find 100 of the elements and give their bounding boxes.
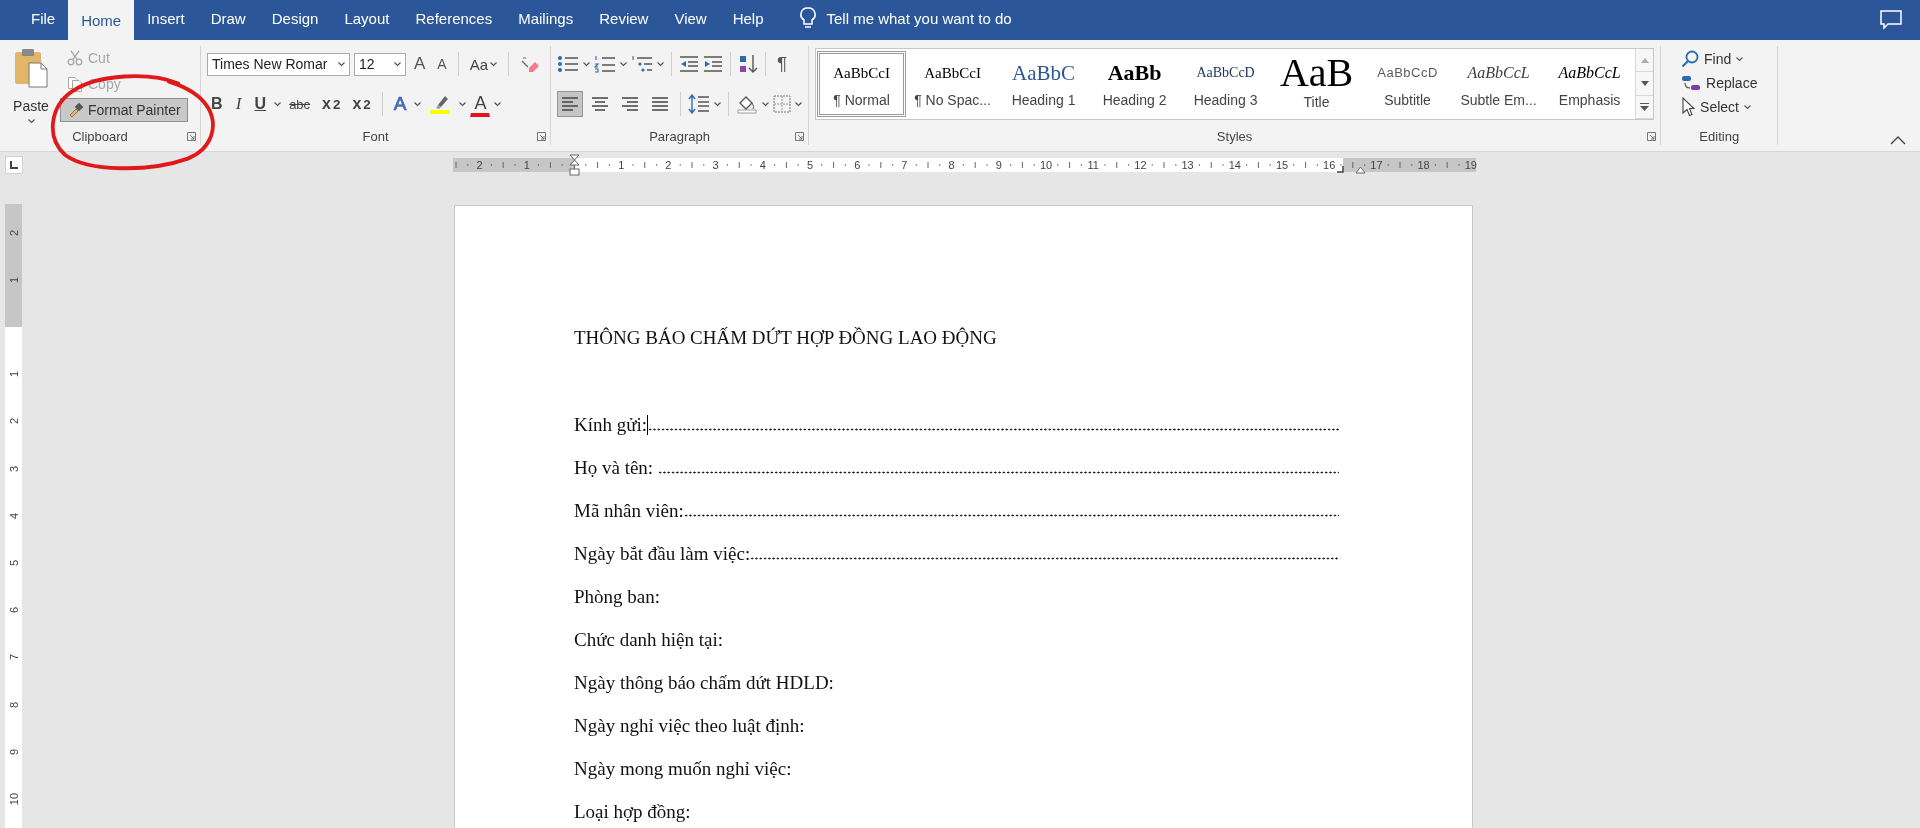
align-button[interactable]: [557, 91, 584, 117]
ruler-number: 4: [7, 511, 20, 521]
caret-icon[interactable]: [795, 101, 803, 107]
fill-in-line[interactable]: [683, 514, 1339, 517]
lightbulb-icon[interactable]: [798, 6, 817, 30]
paintbrush-icon: [67, 102, 83, 118]
scroll-down-icon[interactable]: [1640, 81, 1649, 86]
change-case-button[interactable]: Aa: [465, 51, 502, 77]
ruler-number: 9: [7, 747, 20, 757]
fill-in-line[interactable]: [648, 428, 1339, 431]
fill-in-line[interactable]: [750, 557, 1339, 560]
caret-icon[interactable]: [414, 101, 422, 107]
caret-icon[interactable]: [714, 101, 722, 107]
dialog-launcher-icon[interactable]: [795, 131, 805, 141]
tab-stop-icon: [10, 161, 18, 169]
increase-indent-icon[interactable]: [703, 55, 724, 73]
ribbon-tab[interactable]: Home: [68, 0, 135, 40]
text-effects-button[interactable]: A: [389, 91, 411, 117]
grow-font-button[interactable]: A: [410, 51, 430, 77]
caret-icon: [1736, 56, 1744, 62]
style-item[interactable]: AaBbCcD Heading 3: [1181, 51, 1271, 117]
style-item[interactable]: AaBbC Heading 1: [999, 51, 1089, 117]
line-spacing-icon[interactable]: [688, 94, 711, 114]
ruler-number: 12: [1134, 158, 1147, 172]
ribbon-tab[interactable]: Help: [719, 0, 777, 36]
paste-button[interactable]: Paste: [6, 46, 56, 127]
ruler-number: 11: [1087, 158, 1099, 172]
ribbon-tab[interactable]: Design: [258, 0, 332, 36]
style-preview: AaBbCcI: [833, 64, 890, 83]
ruler-number: 7: [7, 653, 20, 663]
ribbon-tab[interactable]: Mailings: [505, 0, 587, 36]
caret-icon[interactable]: [459, 101, 467, 107]
style-item[interactable]: AaBbCcL Emphasis: [1545, 51, 1635, 117]
font-size-field[interactable]: 12: [354, 52, 406, 76]
style-item[interactable]: AaBbCcD Subtitle: [1363, 51, 1453, 117]
caret-icon: [394, 61, 401, 67]
caret-icon[interactable]: [583, 61, 591, 67]
multilevel-list-icon[interactable]: [631, 55, 654, 73]
ribbon-tab[interactable]: File: [18, 0, 69, 36]
tab-stop-icon[interactable]: [1337, 166, 1345, 173]
indent-marker-icon[interactable]: [568, 154, 580, 176]
ribbon-tab[interactable]: Draw: [197, 0, 259, 36]
tell-me-search[interactable]: Tell me what you want to do: [826, 9, 1012, 27]
bullets-icon[interactable]: [557, 55, 580, 73]
caret-icon[interactable]: [620, 61, 628, 67]
field-label: Phòng ban:: [574, 586, 661, 608]
strikethrough-button[interactable]: abc: [285, 91, 315, 117]
font-name-field[interactable]: Times New Romar: [207, 52, 350, 76]
select-button[interactable]: Select: [1681, 96, 1758, 118]
comment-icon[interactable]: [1880, 10, 1902, 30]
italic-button[interactable]: I: [230, 91, 247, 117]
dialog-launcher-icon[interactable]: [537, 131, 547, 141]
style-name: Subtle Em...: [1460, 92, 1537, 108]
style-name: Heading 2: [1102, 92, 1167, 108]
format-painter-button[interactable]: Format Painter: [60, 98, 188, 122]
fill-in-line[interactable]: [657, 471, 1339, 474]
more-styles-icon[interactable]: [1640, 102, 1650, 111]
find-button[interactable]: Find: [1681, 48, 1758, 70]
shrink-font-button[interactable]: A: [433, 51, 451, 77]
group-label: Paragraph: [649, 128, 710, 144]
caret-icon[interactable]: [274, 101, 282, 107]
ruler-number: 3: [7, 464, 20, 474]
ribbon-tab[interactable]: References: [402, 0, 506, 36]
ribbon-tab[interactable]: Insert: [134, 0, 198, 36]
sort-icon[interactable]: [738, 54, 759, 74]
style-item[interactable]: AaB Title: [1272, 51, 1362, 117]
style-preview: AaBbC: [1012, 60, 1076, 86]
caret-icon[interactable]: [657, 61, 665, 67]
align-right-icon: [621, 96, 640, 112]
cursor-arrow-icon: [1681, 97, 1696, 117]
ribbon-tab[interactable]: Review: [586, 0, 662, 36]
ribbon-tab[interactable]: View: [661, 0, 720, 36]
decrease-indent-icon[interactable]: [679, 55, 700, 73]
dialog-launcher-icon[interactable]: [1647, 131, 1657, 141]
underline-button[interactable]: U: [250, 91, 271, 117]
style-item[interactable]: AaBb Heading 2: [1090, 51, 1180, 117]
caret-icon[interactable]: [494, 101, 502, 107]
numbering-icon[interactable]: [594, 55, 617, 73]
ruler-number: 16: [1323, 158, 1336, 172]
replace-button[interactable]: Replace: [1681, 72, 1758, 94]
dialog-launcher-icon[interactable]: [187, 131, 196, 141]
ruler-number: 1: [523, 158, 530, 172]
style-item[interactable]: AaBbCcI ¶ Normal: [817, 51, 907, 117]
caret-icon: [1743, 104, 1751, 110]
tab-selector-button[interactable]: [5, 156, 23, 174]
bold-button[interactable]: B: [207, 91, 227, 117]
style-name: Heading 1: [1011, 92, 1076, 108]
font-color-button[interactable]: A: [470, 91, 491, 117]
show-marks-button[interactable]: ¶: [773, 51, 792, 77]
style-preview: AaBb: [1107, 60, 1162, 86]
right-indent-icon[interactable]: [1355, 166, 1367, 174]
paint-bucket-icon[interactable]: [736, 94, 759, 114]
ribbon-tab[interactable]: Layout: [331, 0, 403, 36]
collapse-ribbon-icon[interactable]: [1890, 136, 1906, 145]
style-item[interactable]: AaBbCcL Subtle Em...: [1454, 51, 1544, 117]
caret-icon[interactable]: [762, 101, 770, 107]
style-item[interactable]: AaBbCcI ¶ No Spac...: [908, 51, 998, 117]
ruler-number: 2: [476, 158, 483, 172]
style-preview: AaBbCcI: [924, 64, 981, 83]
style-preview: AaBbCcL: [1467, 63, 1530, 83]
